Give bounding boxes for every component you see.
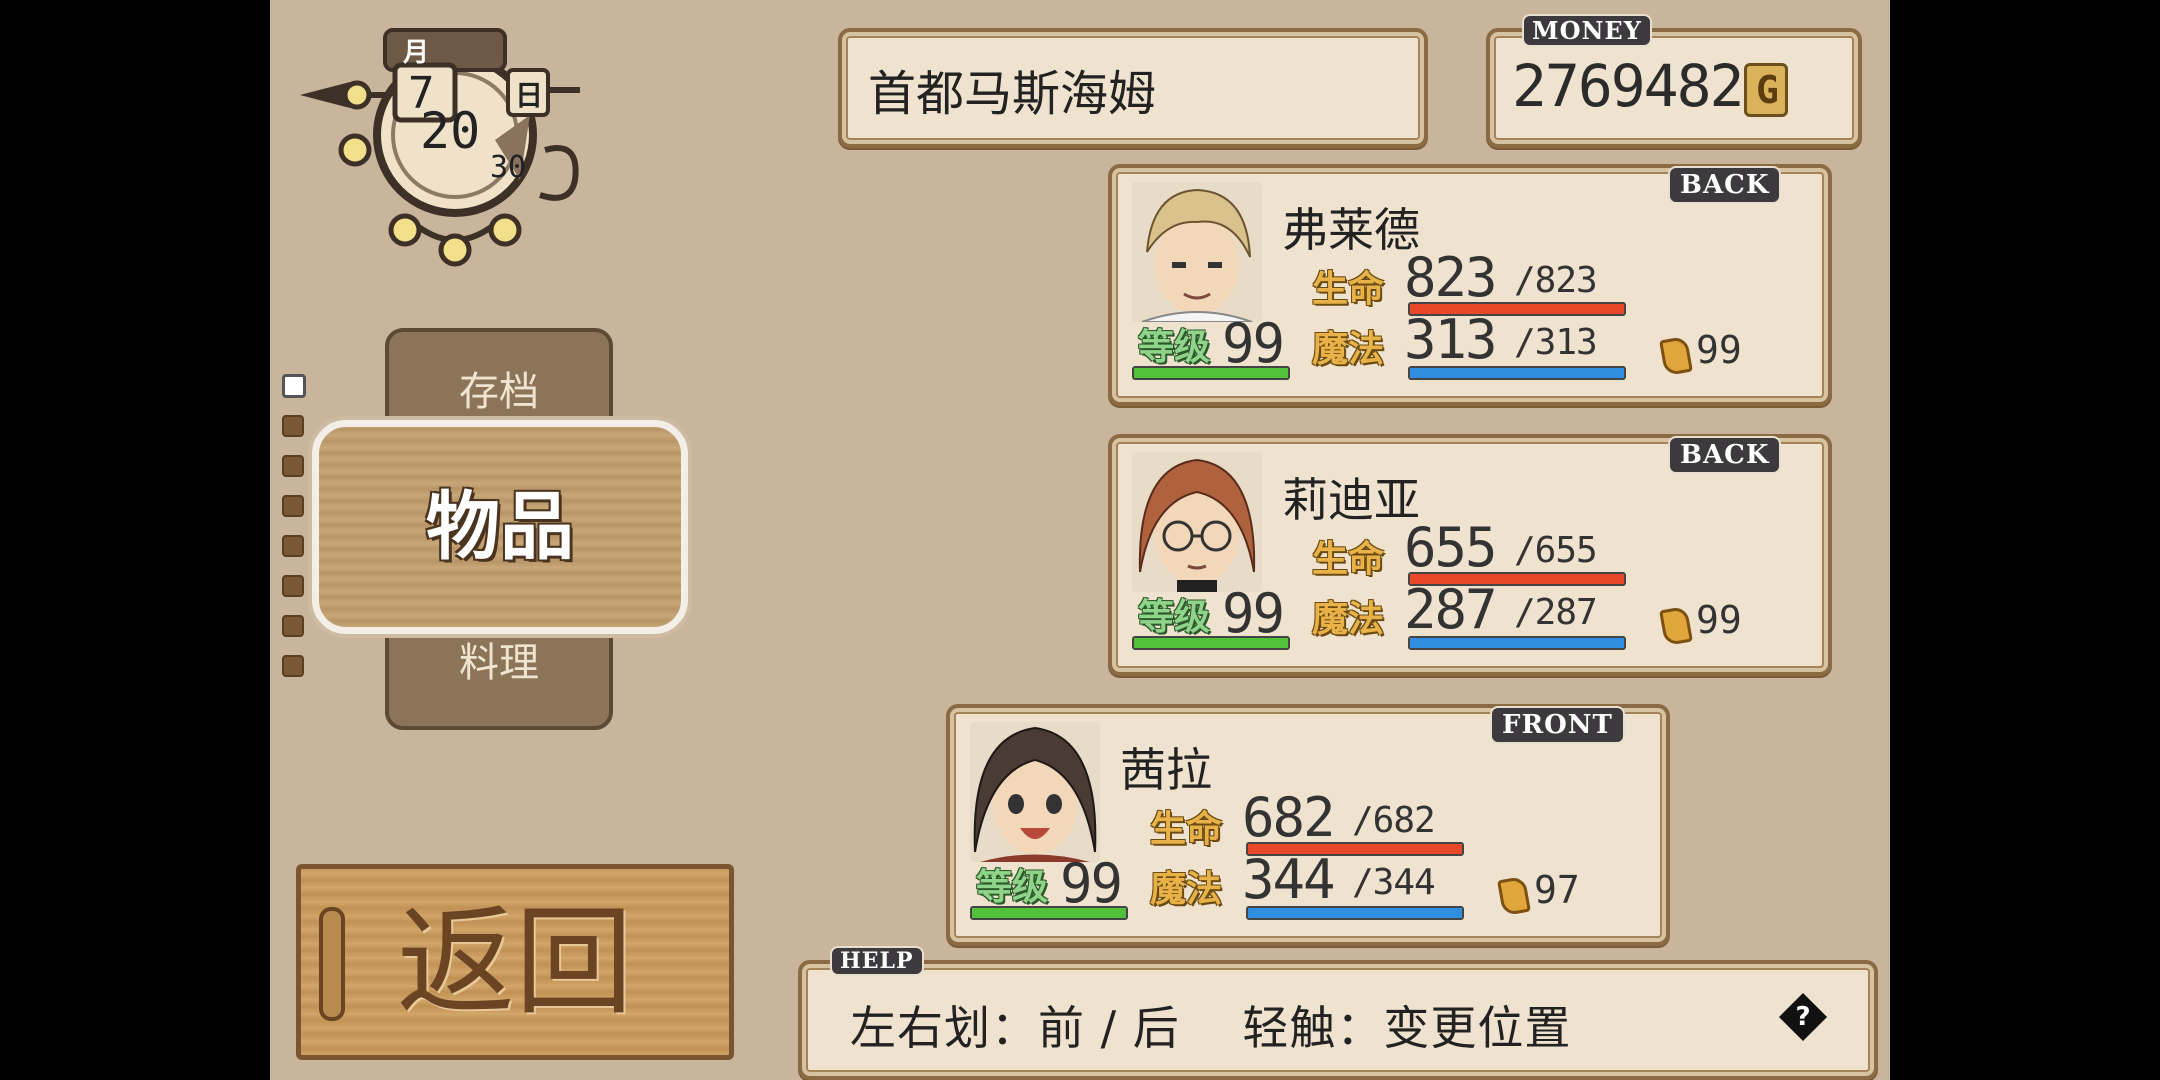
tp-icon (1659, 605, 1693, 647)
hp-value: 823 (1404, 246, 1498, 309)
hp-max: /655 (1514, 530, 1598, 571)
mp-label: 魔法 (1312, 329, 1385, 370)
hp-max: /682 (1352, 800, 1436, 841)
page-dot (282, 415, 304, 437)
menu-item-label: 存档 (459, 369, 539, 415)
hp-label: 生命 (1312, 269, 1385, 310)
tp-value: 99 (1696, 598, 1742, 642)
mp-bar (1408, 636, 1626, 650)
level-label: 等级 (1138, 327, 1211, 368)
days-total: 30 (490, 150, 527, 185)
menu-item-label: 物品 (426, 484, 574, 570)
level-label: 等级 (1138, 597, 1211, 638)
hp-value: 655 (1404, 516, 1498, 579)
day-label: 日 (515, 79, 544, 112)
character-portrait-icon (1132, 452, 1262, 592)
help-panel: 左右划：前 / 后 轻触：变更位置 ? (798, 960, 1878, 1080)
page-dot (282, 615, 304, 637)
back-button-label: 返回 (396, 893, 633, 1031)
help-text: 左右划：前 / 后 轻触：变更位置 (850, 1001, 1572, 1055)
mp-value: 344 (1242, 848, 1336, 911)
level-bar (1132, 366, 1290, 380)
level-bar-fill (1134, 638, 1288, 648)
question-diamond-icon[interactable]: ? (1778, 992, 1828, 1042)
character-name: 茜拉 (1120, 743, 1212, 797)
tp-icon (1497, 875, 1531, 917)
tp-icon (1659, 335, 1693, 377)
level-label: 等级 (976, 867, 1049, 908)
page-dot (282, 535, 304, 557)
money-amount: 2769482 G (1512, 52, 1789, 120)
hp-label: 生命 (1150, 809, 1223, 850)
location-panel: 首都马斯海姆 (838, 28, 1428, 148)
hp-max: /823 (1514, 260, 1598, 301)
mp-bar-fill (1410, 368, 1624, 378)
mp-max: /313 (1514, 322, 1598, 363)
mp-bar (1408, 366, 1626, 380)
game-screen: 月 7 日 20 30 首都马斯海姆 2769482 G MONEY 存档 料理 … (270, 0, 1890, 1080)
level-bar (970, 906, 1128, 920)
row-position-tag[interactable]: FRONT (1490, 706, 1625, 744)
level-bar-fill (1134, 368, 1288, 378)
day-value: 20 (420, 102, 481, 160)
row-position-tag[interactable]: BACK (1668, 436, 1782, 474)
mp-bar-fill (1410, 638, 1624, 648)
page-dot (282, 495, 304, 517)
hp-value: 682 (1242, 786, 1336, 849)
tp-value: 99 (1696, 328, 1742, 372)
character-name: 莉迪亚 (1282, 473, 1420, 527)
mp-label: 魔法 (1312, 599, 1385, 640)
page-dot (282, 575, 304, 597)
hp-label: 生命 (1312, 539, 1385, 580)
gold-currency-icon: G (1744, 62, 1789, 117)
mp-value: 313 (1404, 308, 1498, 371)
level-bar (1132, 636, 1290, 650)
calendar-widget: 月 7 日 20 30 (290, 20, 590, 280)
month-label: 月 (403, 38, 430, 68)
portrait-avatar (1132, 452, 1262, 592)
row-position-tag[interactable]: BACK (1668, 166, 1782, 204)
character-name: 弗莱德 (1282, 203, 1420, 257)
page-dot (282, 655, 304, 677)
money-value: 2769482 (1512, 52, 1744, 120)
page-dot (282, 455, 304, 477)
help-tag: HELP (830, 946, 924, 976)
portrait-avatar (970, 722, 1100, 862)
mp-max: /344 (1352, 862, 1436, 903)
mp-bar (1246, 906, 1464, 920)
location-name: 首都马斯海姆 (868, 66, 1157, 122)
mp-max: /287 (1514, 592, 1598, 633)
portrait-avatar (1132, 182, 1262, 322)
mp-label: 魔法 (1150, 869, 1223, 910)
menu-item-label: 料理 (459, 640, 539, 686)
menu-item-items[interactable]: 物品 (312, 420, 688, 634)
back-button[interactable]: 返回 (296, 864, 734, 1060)
level-bar-fill (972, 908, 1126, 918)
mp-bar-fill (1248, 908, 1462, 918)
back-button-slot (319, 907, 345, 1021)
mp-value: 287 (1404, 578, 1498, 641)
page-dot (282, 374, 306, 398)
character-portrait-icon (1132, 182, 1262, 322)
tp-value: 97 (1534, 868, 1580, 912)
money-tag: MONEY (1522, 14, 1652, 47)
character-portrait-icon (970, 722, 1100, 862)
